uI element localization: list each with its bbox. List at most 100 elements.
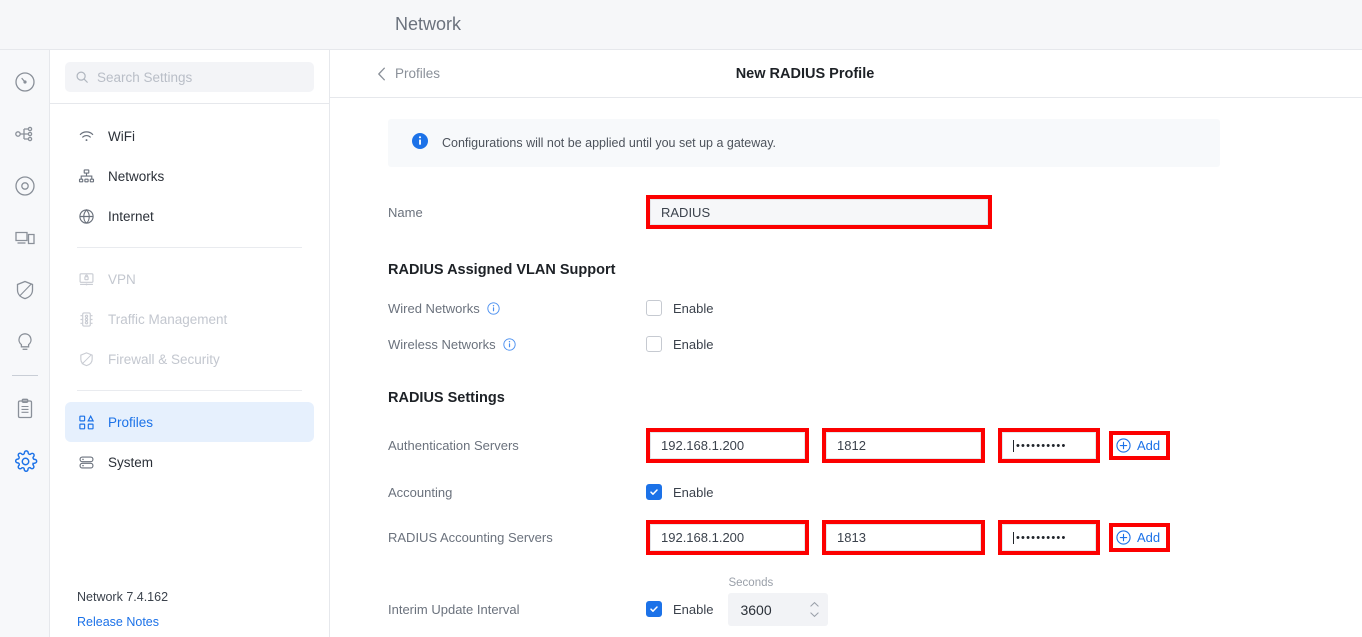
- accounting-label: Accounting: [388, 484, 453, 500]
- checkbox[interactable]: [646, 300, 662, 316]
- auth-add-highlight: Add: [1109, 431, 1171, 460]
- rail-icon-list: [0, 50, 49, 487]
- checkbox[interactable]: [646, 336, 662, 352]
- interim-update-interval-row: Interim Update Interval Enable Seconds 3…: [388, 577, 1362, 626]
- checkbox-label: Enable: [673, 300, 714, 316]
- chevron-up-icon: [810, 601, 820, 607]
- traffic-light-icon: [77, 310, 95, 328]
- wireless-networks-row: Wireless Networks Enable: [388, 336, 1362, 352]
- rail-item-settings[interactable]: [0, 435, 50, 487]
- stepper-arrows[interactable]: [809, 601, 820, 618]
- authentication-servers-label: Authentication Servers: [388, 438, 519, 453]
- info-icon-glyph: [412, 132, 428, 149]
- checkbox[interactable]: [646, 601, 662, 617]
- check-icon: [650, 606, 658, 612]
- auth-server-ip-input[interactable]: 192.168.1.200: [650, 432, 805, 459]
- rail-item-security[interactable]: [0, 264, 50, 316]
- client-devices-icon: [15, 231, 35, 245]
- target-circle-icon: [15, 176, 35, 196]
- rail-divider: [11, 375, 38, 376]
- accounting-row: Accounting Enable: [388, 484, 1362, 500]
- chevron-down-icon: [810, 612, 820, 618]
- interim-update-interval-label: Interim Update Interval: [388, 602, 520, 617]
- name-input[interactable]: RADIUS: [650, 199, 988, 225]
- rail-item-client-devices[interactable]: [0, 212, 50, 264]
- name-label: Name: [388, 204, 423, 220]
- wireless-networks-label-wrap: Wireless Networks: [388, 337, 646, 352]
- app-root: Search Settings WiFi Networks Internet V…: [0, 0, 1362, 637]
- gateway-notice: Configurations will not be applied until…: [388, 119, 1220, 167]
- interim-enable[interactable]: Enable: [646, 601, 713, 626]
- wifi-icon: [77, 127, 95, 145]
- sidebar-item-traffic-management[interactable]: Traffic Management: [65, 299, 314, 339]
- wired-networks-row: Wired Networks Enable: [388, 300, 1362, 316]
- accounting-server-port-input[interactable]: 1813: [826, 524, 981, 551]
- text-caret: [1013, 531, 1014, 544]
- sidebar-item-label: Firewall & Security: [108, 351, 220, 367]
- info-icon[interactable]: [502, 337, 516, 351]
- networks-icon: [77, 167, 95, 185]
- info-icon: [412, 132, 428, 154]
- acct-port-highlight: 1813: [822, 520, 985, 555]
- auth-server-secret-input[interactable]: ••••••••••: [1002, 432, 1096, 459]
- checkbox-label: Enable: [673, 601, 714, 617]
- sidebar-item-internet[interactable]: Internet: [65, 196, 314, 236]
- accounting-add-server-button[interactable]: Add: [1113, 527, 1167, 548]
- sidebar-nav: WiFi Networks Internet VPN Traffic Manag…: [50, 104, 329, 482]
- plus-circle-icon: [1116, 438, 1131, 453]
- sidebar-divider-2: [77, 390, 302, 391]
- radius-section-title: RADIUS Settings: [388, 390, 505, 406]
- check-icon: [650, 489, 658, 495]
- version-label: Network 7.4.162: [77, 590, 169, 604]
- wireless-networks-enable[interactable]: Enable: [646, 336, 713, 352]
- checkbox[interactable]: [646, 484, 662, 500]
- rail-item-unifi-devices[interactable]: [0, 160, 50, 212]
- info-icon[interactable]: [487, 301, 500, 315]
- rail-item-dashboard[interactable]: [0, 56, 50, 108]
- page-header-title: Network: [395, 14, 462, 34]
- wireless-networks-label: Wireless Networks: [388, 336, 496, 352]
- name-row: Name RADIUS: [388, 195, 1362, 229]
- form-content: Configurations will not be applied until…: [330, 98, 1362, 637]
- accounting-servers-row: RADIUS Accounting Servers 192.168.1.200 …: [388, 520, 1362, 555]
- shield-icon: [77, 350, 95, 368]
- sidebar-item-profiles[interactable]: Profiles: [65, 402, 314, 442]
- sidebar-item-label: WiFi: [108, 128, 135, 144]
- interim-interval-stepper[interactable]: 3600: [728, 593, 829, 626]
- sidebar-item-networks[interactable]: Networks: [65, 156, 314, 196]
- search-input[interactable]: Search Settings: [65, 62, 314, 92]
- sidebar-item-label: Internet: [108, 208, 154, 224]
- accounting-server-secret-input[interactable]: ••••••••••: [1002, 524, 1096, 551]
- settings-sidebar: Search Settings WiFi Networks Internet V…: [50, 0, 330, 637]
- accounting-enable[interactable]: Enable: [646, 484, 713, 500]
- sidebar-item-firewall-security[interactable]: Firewall & Security: [65, 339, 314, 379]
- release-notes-link[interactable]: Release Notes: [77, 615, 159, 629]
- accounting-server-ip-input[interactable]: 192.168.1.200: [650, 524, 805, 551]
- wired-networks-label: Wired Networks: [388, 300, 480, 316]
- wired-networks-enable[interactable]: Enable: [646, 300, 713, 316]
- clipboard-logs-icon: [17, 398, 33, 419]
- text-caret: [1013, 439, 1014, 452]
- unifi-logo-icon[interactable]: [0, 0, 50, 50]
- search-placeholder: Search Settings: [97, 69, 193, 85]
- rail-item-insights[interactable]: [0, 316, 50, 368]
- sidebar-item-vpn[interactable]: VPN: [65, 259, 314, 299]
- sidebar-item-label: VPN: [108, 271, 136, 287]
- rail-item-logs[interactable]: [0, 383, 50, 435]
- name-field-highlight: RADIUS: [646, 195, 992, 229]
- rail-item-topology[interactable]: [0, 108, 50, 160]
- logo-ring: [18, 18, 32, 32]
- auth-add-server-button[interactable]: Add: [1113, 435, 1167, 456]
- accounting-servers-label: RADIUS Accounting Servers: [388, 530, 553, 545]
- sidebar-item-wifi[interactable]: WiFi: [65, 116, 314, 156]
- sidebar-item-label: Profiles: [108, 414, 154, 430]
- auth-ip-highlight: 192.168.1.200: [646, 428, 809, 463]
- sidebar-item-system[interactable]: System: [65, 442, 314, 482]
- insights-bulb-icon: [18, 333, 32, 350]
- auth-server-port-input[interactable]: 1812: [826, 432, 981, 459]
- sidebar-item-label: System: [108, 454, 154, 470]
- sidebar-item-label: Traffic Management: [108, 311, 228, 327]
- vlan-section-title: RADIUS Assigned VLAN Support: [388, 262, 616, 278]
- gear-icon: [14, 449, 37, 472]
- main-panel: Network Profiles New RADIUS Profile Conf…: [0, 0, 1362, 637]
